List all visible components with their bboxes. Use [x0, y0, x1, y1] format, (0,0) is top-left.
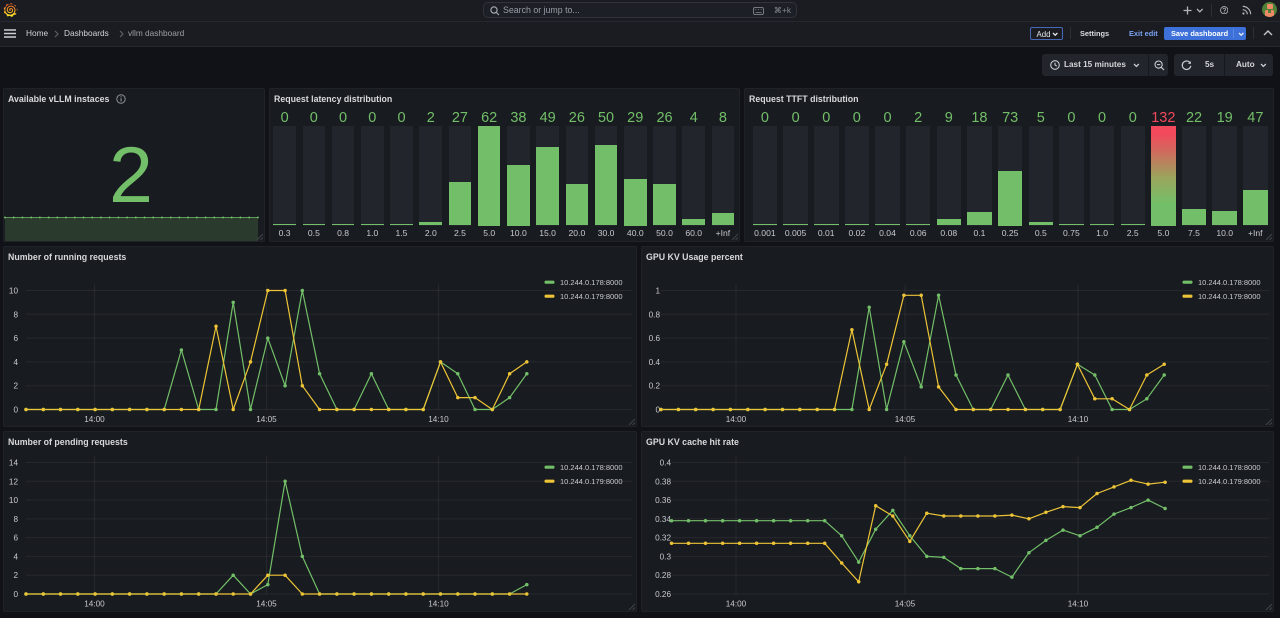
- svg-text:14:00: 14:00: [84, 600, 105, 609]
- svg-text:14:05: 14:05: [256, 415, 277, 424]
- svg-text:6: 6: [13, 334, 18, 343]
- svg-text:14:05: 14:05: [895, 600, 916, 609]
- svg-text:14:00: 14:00: [726, 415, 747, 424]
- svg-text:8: 8: [13, 310, 18, 319]
- svg-text:0.38: 0.38: [655, 477, 671, 486]
- svg-text:4: 4: [13, 552, 18, 561]
- svg-text:14:05: 14:05: [256, 600, 277, 609]
- svg-text:10.244.0.179:8000: 10.244.0.179:8000: [560, 477, 623, 486]
- svg-text:0.8: 0.8: [649, 310, 661, 319]
- svg-text:0.34: 0.34: [655, 515, 671, 524]
- svg-text:14:10: 14:10: [1068, 415, 1089, 424]
- svg-text:14:00: 14:00: [84, 415, 105, 424]
- svg-text:2: 2: [13, 382, 18, 391]
- svg-text:10.244.0.179:8000: 10.244.0.179:8000: [1198, 292, 1261, 301]
- svg-text:0.4: 0.4: [649, 358, 661, 367]
- svg-text:0.26: 0.26: [655, 590, 671, 599]
- svg-text:14:10: 14:10: [428, 415, 449, 424]
- svg-text:10.244.0.178:8000: 10.244.0.178:8000: [1198, 278, 1261, 287]
- svg-text:10: 10: [9, 287, 19, 296]
- svg-text:14: 14: [9, 459, 19, 468]
- svg-text:14:10: 14:10: [428, 600, 449, 609]
- svg-text:0.36: 0.36: [655, 496, 671, 505]
- svg-text:10.244.0.178:8000: 10.244.0.178:8000: [560, 463, 623, 472]
- svg-text:2: 2: [13, 571, 18, 580]
- svg-text:6: 6: [13, 534, 18, 543]
- svg-text:1: 1: [655, 287, 660, 296]
- svg-text:0.2: 0.2: [649, 382, 661, 391]
- svg-text:0: 0: [13, 406, 18, 415]
- svg-text:14:10: 14:10: [1068, 600, 1089, 609]
- svg-text:10.244.0.179:8000: 10.244.0.179:8000: [1198, 477, 1261, 486]
- svg-text:14:05: 14:05: [895, 415, 916, 424]
- svg-text:12: 12: [9, 477, 19, 486]
- svg-text:8: 8: [13, 515, 18, 524]
- svg-text:0.4: 0.4: [660, 459, 672, 468]
- svg-text:10.244.0.179:8000: 10.244.0.179:8000: [560, 292, 623, 301]
- svg-text:0.6: 0.6: [649, 334, 661, 343]
- svg-text:10: 10: [9, 496, 19, 505]
- svg-text:0.28: 0.28: [655, 571, 671, 580]
- svg-text:0: 0: [13, 590, 18, 599]
- svg-text:0.32: 0.32: [655, 534, 671, 543]
- svg-text:10.244.0.178:8000: 10.244.0.178:8000: [1198, 463, 1261, 472]
- svg-text:14:00: 14:00: [726, 600, 747, 609]
- svg-text:4: 4: [13, 358, 18, 367]
- svg-text:0.3: 0.3: [660, 552, 672, 561]
- svg-text:10.244.0.178:8000: 10.244.0.178:8000: [560, 278, 623, 287]
